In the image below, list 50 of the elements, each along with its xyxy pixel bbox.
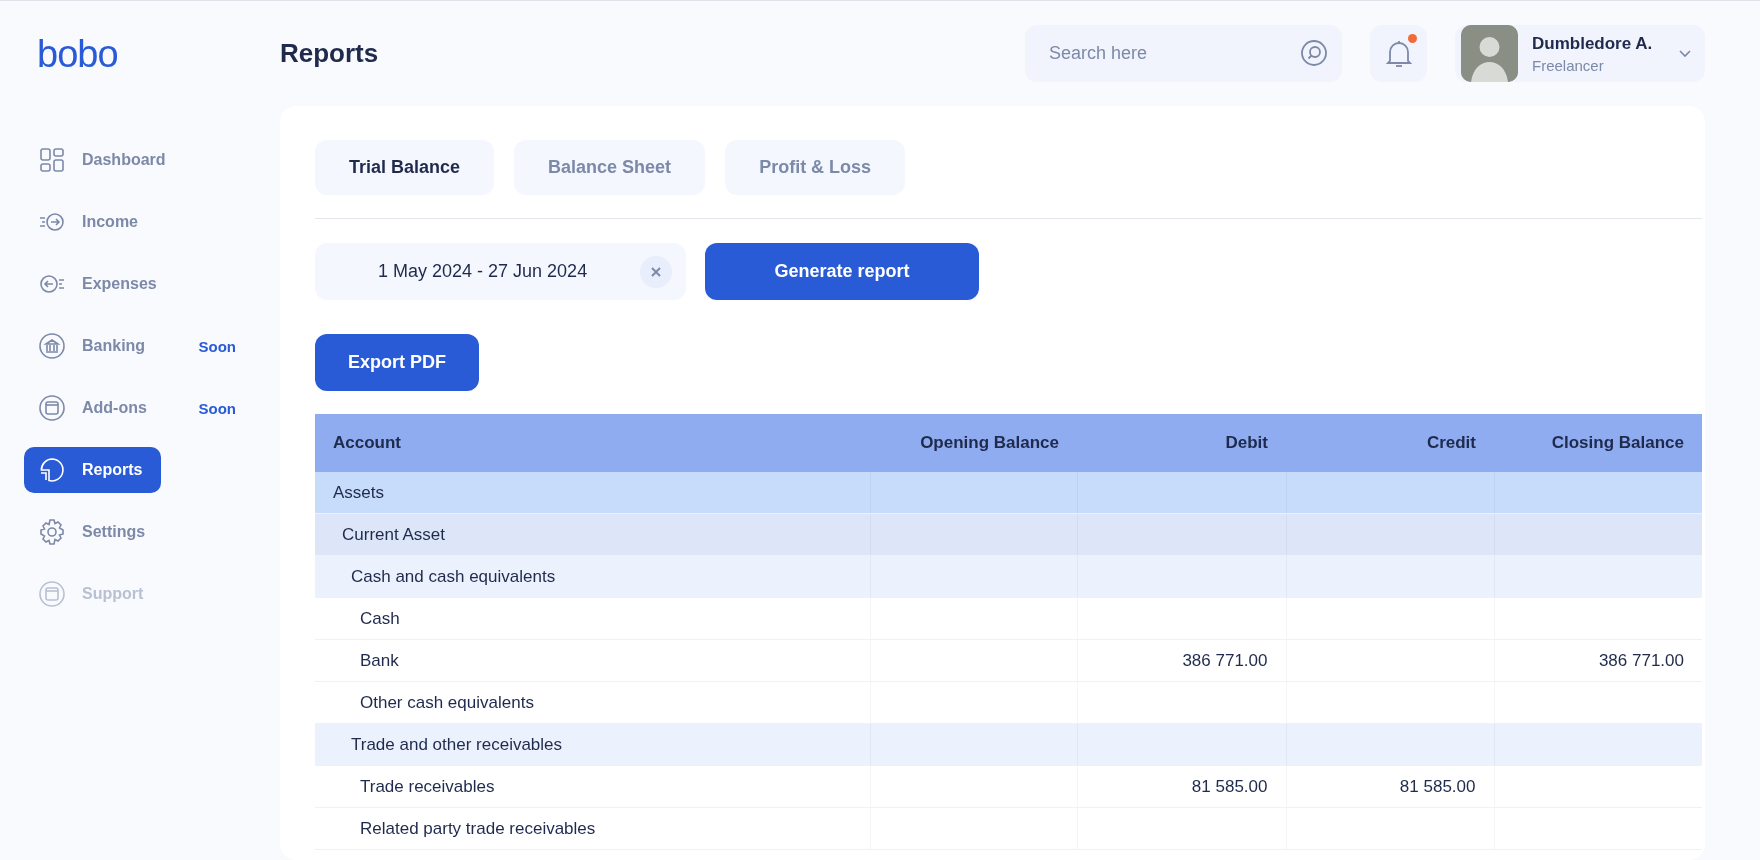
sidebar-item[interactable]: Add-ons Soon <box>24 385 250 431</box>
date-range-field[interactable]: 1 May 2024 - 27 Jun 2024 <box>315 243 686 300</box>
user-menu[interactable]: Dumbledore A. Freelancer <box>1455 25 1705 82</box>
column-header: Opening Balance <box>870 414 1077 472</box>
sidebar-item[interactable]: Settings <box>24 509 250 555</box>
table-cell: Related party trade receivables <box>315 807 870 850</box>
window-icon <box>38 580 66 608</box>
bell-icon <box>1384 38 1413 69</box>
avatar-silhouette-icon <box>1461 25 1518 82</box>
table-cell: Current Asset <box>315 513 870 556</box>
page-title: Reports <box>280 38 380 69</box>
sidebar-item[interactable]: Banking Soon <box>24 323 250 369</box>
sidebar-item[interactable]: Reports <box>24 447 161 493</box>
soon-label: Soon <box>198 399 236 417</box>
sidebar-item[interactable]: Expenses <box>24 261 250 307</box>
table-cell: Other cash equivalents <box>315 681 870 724</box>
table-cell: Trade and other receivables <box>315 723 870 766</box>
gear-icon <box>38 518 66 546</box>
notifications-button[interactable] <box>1370 25 1427 82</box>
search-field[interactable]: Search here <box>1025 25 1342 82</box>
table-cell: 386 771.00 <box>1494 639 1702 682</box>
sidebar-item[interactable]: Dashboard <box>24 137 250 183</box>
pie-chart-icon <box>38 456 66 484</box>
generate-report-button[interactable]: Generate report <box>705 243 979 300</box>
table-cell: Assets <box>315 472 870 514</box>
sidebar-item[interactable]: Income <box>24 199 250 245</box>
column-header: Debit <box>1077 414 1286 472</box>
column-header: Account <box>315 414 870 472</box>
table-cell: Cash and cash equivalents <box>315 555 870 598</box>
table-cell: Bank <box>315 639 870 682</box>
table-cell: Trade receivables <box>315 765 870 808</box>
export-pdf-button[interactable]: Export PDF <box>315 334 479 391</box>
chevron-down-icon <box>1679 49 1691 58</box>
report-tab[interactable]: Profit & Loss <box>725 140 906 195</box>
column-header: Credit <box>1286 414 1494 472</box>
report-tab[interactable]: Balance Sheet <box>514 140 706 195</box>
column-header: Closing Balance <box>1494 414 1702 472</box>
report-tab[interactable]: Trial Balance <box>315 140 495 195</box>
table-cell: Cash <box>315 597 870 640</box>
table-cell: 81 585.00 <box>1286 765 1494 808</box>
table-cell: 386 771.00 <box>1077 639 1286 682</box>
grid-icon <box>38 146 66 174</box>
search-icon[interactable] <box>1300 39 1328 67</box>
clear-button[interactable] <box>640 255 672 288</box>
close-icon <box>651 266 661 277</box>
bank-icon <box>38 332 66 360</box>
table-cell: 81 585.00 <box>1077 765 1286 808</box>
soon-label: Soon <box>198 337 236 355</box>
window-icon <box>38 394 66 422</box>
logo[interactable]: bobo <box>37 35 118 73</box>
